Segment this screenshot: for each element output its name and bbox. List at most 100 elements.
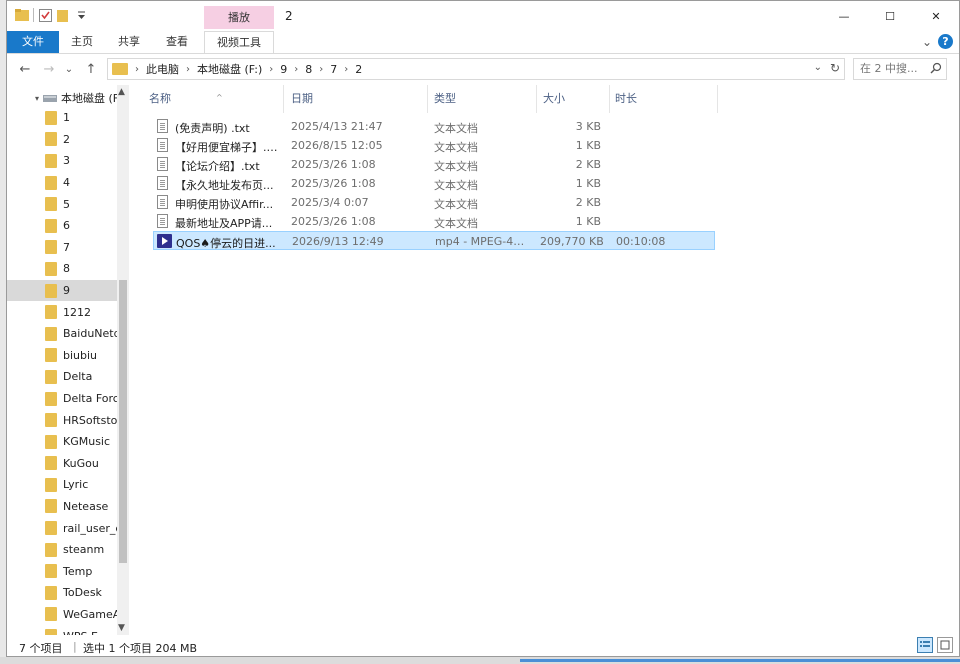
- up-button[interactable]: ↑: [81, 59, 101, 79]
- scroll-up-icon[interactable]: ▲: [118, 87, 125, 97]
- folder-icon: [45, 499, 57, 514]
- column-name[interactable]: 名称 ^: [149, 85, 280, 113]
- nav-folder-item[interactable]: 2: [7, 129, 117, 151]
- nav-folder-item[interactable]: rail_user_c: [7, 517, 117, 539]
- nav-folder-item[interactable]: 1212: [7, 301, 117, 323]
- nav-folder-item[interactable]: Delta Forc: [7, 388, 117, 410]
- nav-folder-item[interactable]: HRSoftsto: [7, 409, 117, 431]
- address-bar[interactable]: › 此电脑 › 本地磁盘 (F:) › 9 › 8 › 7 › 2 ⌄ ↻: [107, 58, 845, 80]
- file-row[interactable]: QOS♠停云的日进... 2026/9/13 12:49 mp4 - MPEG-4 …: [153, 231, 715, 250]
- file-name: 申明使用协议Affir...: [175, 198, 274, 211]
- column-divider[interactable]: [427, 85, 428, 113]
- nav-folder-label: Netease: [63, 499, 109, 513]
- column-divider[interactable]: [536, 85, 537, 113]
- content-scrollbar[interactable]: [946, 85, 959, 635]
- nav-folder-label: 1212: [63, 305, 91, 319]
- breadcrumb-2[interactable]: 2: [355, 63, 362, 76]
- address-dropdown-icon[interactable]: ⌄: [814, 62, 822, 73]
- nav-scrollbar[interactable]: ▲ ▼: [117, 85, 129, 635]
- nav-folder-item[interactable]: KGMusic: [7, 431, 117, 453]
- column-divider[interactable]: [609, 85, 610, 113]
- refresh-icon[interactable]: ↻: [830, 61, 840, 75]
- new-folder-icon[interactable]: [56, 8, 70, 22]
- nav-folder-item[interactable]: biubiu: [7, 345, 117, 367]
- customize-toolbar-icon[interactable]: [74, 8, 88, 22]
- breadcrumb-7[interactable]: 7: [330, 63, 337, 76]
- nav-folder-item[interactable]: 6: [7, 215, 117, 237]
- column-name-label: 名称: [149, 92, 171, 105]
- nav-folder-item[interactable]: steanm: [7, 539, 117, 561]
- nav-folder-item[interactable]: Netease: [7, 496, 117, 518]
- breadcrumb-this-pc[interactable]: 此电脑: [146, 61, 179, 77]
- nav-folder-item[interactable]: KuGou: [7, 453, 117, 475]
- file-row[interactable]: 【论坛介绍】.txt 2025/3/26 1:08 文本文档 2 KB: [145, 155, 715, 174]
- folder-icon: [45, 218, 57, 233]
- tab-video-tools[interactable]: 视频工具: [204, 31, 274, 53]
- file-name: 【永久地址发布页...: [175, 179, 274, 192]
- tab-file[interactable]: 文件: [7, 31, 59, 53]
- file-date: 2025/4/13 21:47: [291, 120, 383, 133]
- nav-folder-item[interactable]: WPS E...: [7, 625, 117, 635]
- breadcrumb-9[interactable]: 9: [280, 63, 287, 76]
- file-row[interactable]: 【永久地址发布页... 2025/3/26 1:08 文本文档 1 KB: [145, 174, 715, 193]
- close-button[interactable]: ✕: [913, 1, 959, 31]
- recent-locations-button[interactable]: ⌄: [59, 59, 79, 79]
- column-type[interactable]: 类型: [434, 85, 524, 113]
- nav-folder-item[interactable]: 8: [7, 258, 117, 280]
- column-divider[interactable]: [717, 85, 718, 113]
- view-switcher: [917, 637, 953, 653]
- maximize-button[interactable]: ☐: [867, 1, 913, 31]
- column-size[interactable]: 大小: [543, 85, 603, 113]
- file-row[interactable]: 申明使用协议Affir... 2025/3/4 0:07 文本文档 2 KB: [145, 193, 715, 212]
- file-row[interactable]: 【好用便宜梯子】.txt 2026/8/15 12:05 文本文档 1 KB: [145, 136, 715, 155]
- help-icon[interactable]: ?: [938, 34, 953, 49]
- tab-view[interactable]: 查看: [153, 31, 201, 53]
- nav-folder-item[interactable]: WeGameA: [7, 604, 117, 626]
- folder-icon: [45, 456, 57, 471]
- nav-root-drive[interactable]: ▾ 本地磁盘 (F:): [35, 90, 126, 106]
- forward-button[interactable]: →: [39, 59, 59, 79]
- folder-icon: [45, 607, 57, 622]
- column-date[interactable]: 日期: [291, 85, 421, 113]
- nav-folder-label: Temp: [63, 564, 93, 578]
- large-icons-view-button[interactable]: [937, 637, 953, 653]
- file-type: 文本文档: [434, 141, 478, 154]
- file-row[interactable]: 最新地址及APP请... 2025/3/26 1:08 文本文档 1 KB: [145, 212, 715, 231]
- breadcrumb-drive[interactable]: 本地磁盘 (F:): [197, 61, 262, 77]
- nav-folder-item[interactable]: 4: [7, 172, 117, 194]
- folder-icon: [45, 477, 57, 492]
- ribbon-expand-icon[interactable]: ⌄: [922, 35, 932, 49]
- search-input[interactable]: 在 2 中搜...: [853, 58, 947, 80]
- column-duration[interactable]: 时长: [615, 85, 715, 113]
- nav-folder-item[interactable]: 5: [7, 193, 117, 215]
- breadcrumb-separator: ›: [135, 63, 139, 75]
- tab-share[interactable]: 共享: [105, 31, 153, 53]
- file-type: 文本文档: [434, 160, 478, 173]
- folder-icon: [45, 305, 57, 320]
- expand-icon[interactable]: ▾: [35, 94, 39, 103]
- search-placeholder: 在 2 中搜...: [860, 62, 918, 75]
- column-divider[interactable]: [283, 85, 284, 113]
- properties-icon[interactable]: [38, 8, 52, 22]
- nav-folder-item[interactable]: 7: [7, 237, 117, 259]
- file-name: (免责声明) .txt: [175, 122, 250, 135]
- minimize-button[interactable]: —: [821, 1, 867, 31]
- tab-home[interactable]: 主页: [59, 31, 105, 53]
- breadcrumb-8[interactable]: 8: [305, 63, 312, 76]
- nav-folder-item[interactable]: Delta: [7, 366, 117, 388]
- nav-folder-item[interactable]: ToDesk: [7, 582, 117, 604]
- folder-icon: [45, 153, 57, 168]
- nav-folder-item[interactable]: 1: [7, 107, 117, 129]
- file-row[interactable]: (免责声明) .txt 2025/4/13 21:47 文本文档 3 KB: [145, 117, 715, 136]
- nav-folder-item[interactable]: 3: [7, 150, 117, 172]
- scrollbar-thumb[interactable]: [119, 280, 127, 563]
- video-file-icon: [157, 234, 172, 248]
- nav-folder-item[interactable]: 9: [7, 279, 117, 302]
- back-button[interactable]: ←: [15, 59, 35, 79]
- details-view-button[interactable]: [917, 637, 933, 653]
- scroll-down-icon[interactable]: ▼: [118, 623, 125, 633]
- nav-folder-item[interactable]: BaiduNetd: [7, 323, 117, 345]
- nav-folder-item[interactable]: Lyric: [7, 474, 117, 496]
- nav-folder-item[interactable]: Temp: [7, 560, 117, 582]
- search-icon[interactable]: [930, 62, 942, 74]
